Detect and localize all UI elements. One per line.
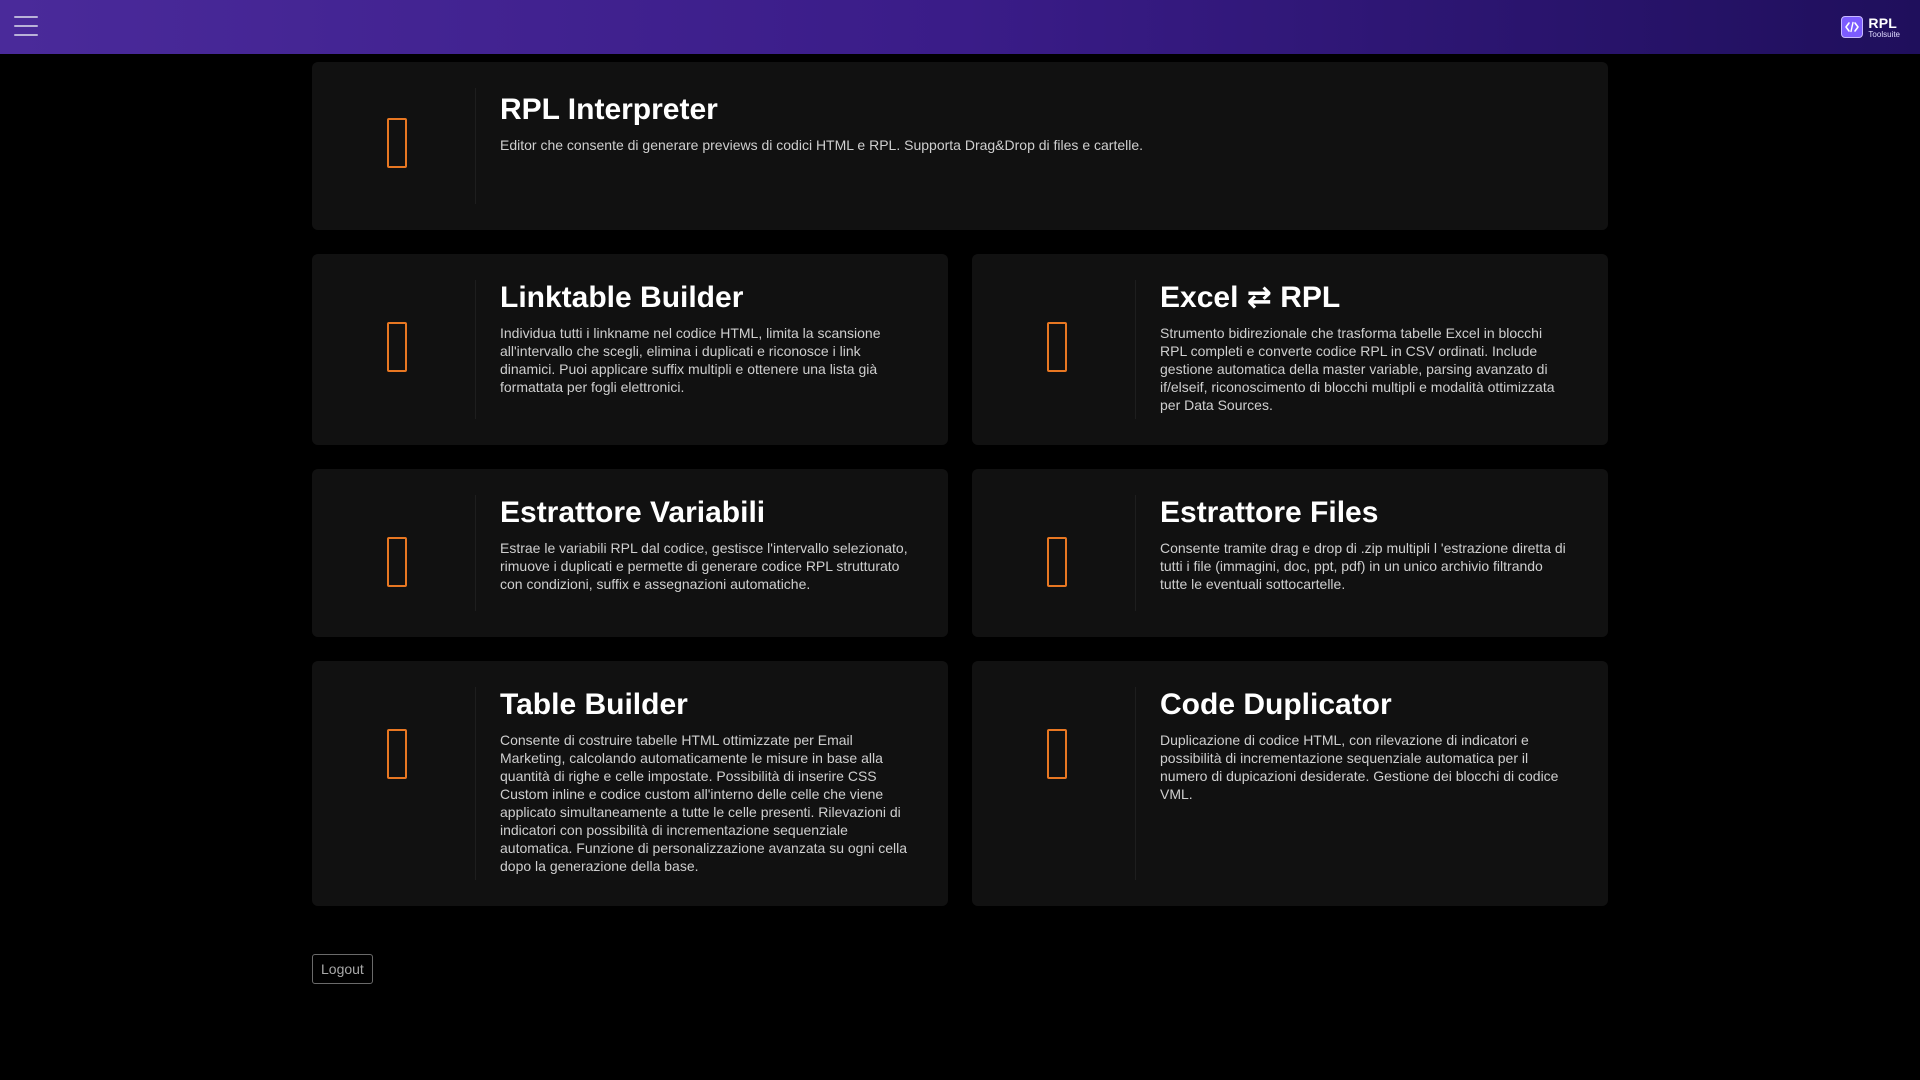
card-description: Strumento bidirezionale che trasforma ta… bbox=[1160, 325, 1555, 413]
card-description: Estrae le variabili RPL dal codice, gest… bbox=[500, 540, 908, 592]
tool-card-estrattore-variabili[interactable]: Estrattore Variabili Estrae le variabili… bbox=[312, 469, 948, 637]
logo-subtitle: Toolsuite bbox=[1868, 29, 1900, 39]
logo-title: RPL bbox=[1868, 14, 1898, 31]
missing-glyph-icon bbox=[387, 322, 407, 372]
logout-button[interactable]: Logout bbox=[312, 954, 373, 984]
card-title: Excel ⇄ RPL bbox=[1160, 281, 1341, 314]
card-title: RPL Interpreter bbox=[500, 93, 718, 126]
missing-glyph-icon bbox=[1047, 322, 1067, 372]
card-description: Individua tutti i linkname nel codice HT… bbox=[500, 325, 881, 395]
missing-glyph-icon bbox=[1047, 537, 1067, 587]
card-icon-column bbox=[972, 495, 1136, 611]
card-title: Table Builder bbox=[500, 688, 688, 721]
tool-card-excel-rpl[interactable]: Excel ⇄ RPL Strumento bidirezionale che … bbox=[972, 254, 1608, 445]
app-logo[interactable]: RPL Toolsuite bbox=[1841, 14, 1900, 40]
card-description: Editor che consente di generare previews… bbox=[500, 137, 1144, 153]
card-description: Duplicazione di codice HTML, con rilevaz… bbox=[1160, 732, 1559, 802]
hamburger-menu-icon[interactable] bbox=[14, 16, 38, 36]
missing-glyph-icon bbox=[387, 729, 407, 779]
card-icon-column bbox=[312, 495, 476, 611]
card-title: Estrattore Files bbox=[1160, 496, 1379, 529]
tool-card-code-duplicator[interactable]: Code Duplicator Duplicazione di codice H… bbox=[972, 661, 1608, 906]
missing-glyph-icon bbox=[387, 537, 407, 587]
card-icon-column bbox=[312, 88, 476, 204]
card-description: Consente tramite drag e drop di .zip mul… bbox=[1160, 540, 1566, 592]
card-icon-column bbox=[312, 687, 476, 880]
card-icon-column bbox=[312, 280, 476, 419]
top-navigation-bar: RPL Toolsuite bbox=[0, 0, 1920, 54]
card-title: Estrattore Variabili bbox=[500, 496, 766, 529]
card-title: Linktable Builder bbox=[500, 281, 744, 314]
tool-card-table-builder[interactable]: Table Builder Consente di costruire tabe… bbox=[312, 661, 948, 906]
card-title: Code Duplicator bbox=[1160, 688, 1392, 721]
missing-glyph-icon bbox=[1047, 729, 1067, 779]
card-icon-column bbox=[972, 280, 1136, 419]
card-icon-column bbox=[972, 687, 1136, 880]
code-brackets-icon bbox=[1841, 16, 1864, 38]
tool-card-rpl-interpreter[interactable]: RPL Interpreter Editor che consente di g… bbox=[312, 62, 1608, 230]
card-description: Consente di costruire tabelle HTML ottim… bbox=[500, 732, 908, 874]
tool-card-linktable-builder[interactable]: Linktable Builder Individua tutti i link… bbox=[312, 254, 948, 445]
tool-card-estrattore-files[interactable]: Estrattore Files Consente tramite drag e… bbox=[972, 469, 1608, 637]
missing-glyph-icon bbox=[387, 118, 407, 168]
